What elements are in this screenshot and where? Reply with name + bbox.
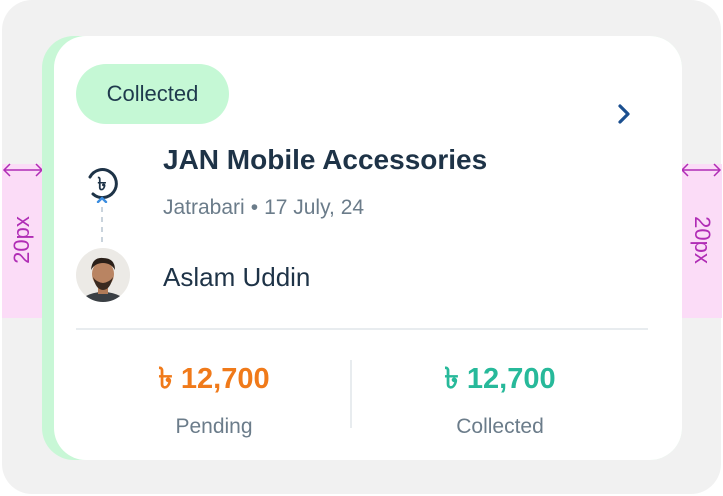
status-badge: Collected xyxy=(76,64,229,124)
divider xyxy=(76,328,648,330)
person-name: Aslam Uddin xyxy=(163,262,311,292)
svg-text:৳: ৳ xyxy=(98,174,107,195)
pending-amount: ৳ 12,700 xyxy=(158,363,270,395)
right-spacing-label: 20px xyxy=(690,216,715,264)
collection-card[interactable]: Collected ৳ JAN Mobile Accessories Jatra… xyxy=(54,36,682,460)
location-date: Jatrabari • 17 July, 24 xyxy=(163,196,364,220)
collected-label: Collected xyxy=(456,415,544,438)
vertical-divider xyxy=(350,360,352,428)
right-spacing-arrow-icon xyxy=(680,163,722,177)
date-text: 17 July, 24 xyxy=(264,196,365,219)
taka-collect-icon: ৳ xyxy=(88,168,118,203)
pending-label: Pending xyxy=(175,415,253,438)
collected-amount: ৳ 12,700 xyxy=(444,363,556,395)
shop-name: JAN Mobile Accessories xyxy=(163,144,488,175)
chevron-right-icon[interactable] xyxy=(612,102,636,126)
collected-stat: ৳ 12,700 Collected xyxy=(370,356,630,439)
pending-stat: ৳ 12,700 Pending xyxy=(84,356,344,439)
timeline-connector xyxy=(101,207,103,247)
left-spacing-arrow-icon xyxy=(2,163,44,177)
avatar xyxy=(76,248,130,302)
left-spacing-label: 20px xyxy=(9,216,34,264)
location-text: Jatrabari xyxy=(163,196,245,219)
meta-separator: • xyxy=(250,196,259,219)
